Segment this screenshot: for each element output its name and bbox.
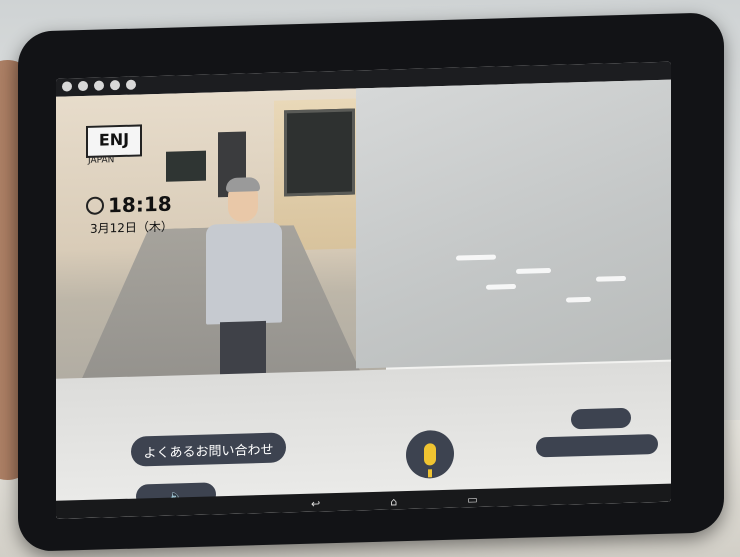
- corridor-board: [166, 150, 206, 182]
- tablet-screen: ENJ JAPAN 18:18 3月12日（木） よくあるお問い合わせ 🔈 ↩ …: [56, 61, 671, 519]
- corridor-window: [284, 108, 355, 197]
- company-logo: ENJ: [86, 124, 142, 158]
- faq-button[interactable]: よくあるお問い合わせ: [131, 432, 286, 467]
- option-button[interactable]: [571, 407, 631, 430]
- clock-time: 18:18: [108, 191, 172, 218]
- status-icons: [62, 79, 136, 92]
- light-glare: [486, 283, 516, 290]
- avatar-jacket: [206, 222, 282, 325]
- status-icon: [126, 79, 136, 90]
- back-icon[interactable]: ↩: [311, 497, 320, 510]
- light-glare: [596, 275, 626, 282]
- option-dropdown[interactable]: [536, 433, 658, 458]
- status-icon: [110, 80, 120, 91]
- light-glare: [566, 296, 591, 303]
- clock: 18:18: [86, 192, 172, 218]
- content-panel: [356, 79, 671, 369]
- nav-icons: ↩ ⌂ ▭: [311, 493, 478, 511]
- avatar-hair: [226, 177, 260, 193]
- clock-icon: [86, 196, 104, 215]
- microphone-icon: [424, 443, 436, 466]
- company-name: JAPAN: [88, 155, 115, 166]
- home-icon[interactable]: ⌂: [390, 495, 397, 508]
- light-glare: [456, 254, 496, 261]
- microphone-button[interactable]: [406, 429, 454, 480]
- light-glare: [516, 267, 551, 274]
- tablet-device: ENJ JAPAN 18:18 3月12日（木） よくあるお問い合わせ 🔈 ↩ …: [18, 12, 724, 552]
- clock-date: 3月12日（木）: [90, 219, 173, 236]
- recents-icon[interactable]: ▭: [467, 493, 477, 506]
- status-icon: [94, 80, 104, 91]
- status-icon: [62, 81, 72, 92]
- status-icon: [78, 80, 88, 92]
